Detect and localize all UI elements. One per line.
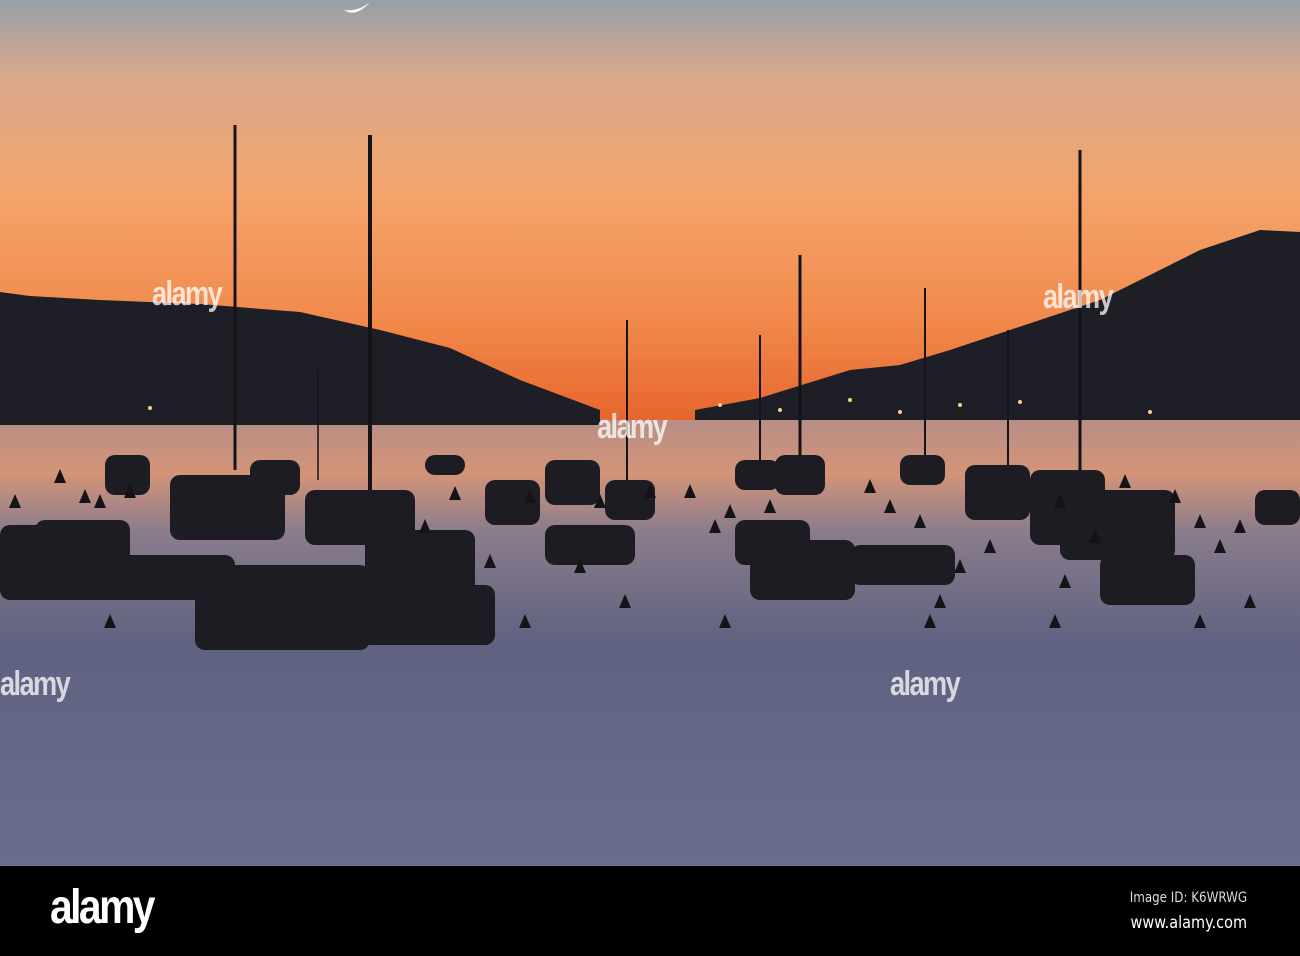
- watermark: alamy: [890, 665, 961, 703]
- watermark: alamy: [0, 665, 71, 703]
- boat: [735, 460, 780, 490]
- boat: [305, 490, 415, 545]
- boat: [105, 455, 150, 495]
- image-id: Image ID: K6WRWG: [1129, 890, 1247, 906]
- boat: [35, 520, 130, 575]
- boat: [775, 455, 825, 495]
- boat: [1255, 490, 1300, 525]
- boat: [605, 480, 655, 520]
- watermark: alamy: [152, 275, 223, 313]
- town-light: [778, 408, 782, 412]
- town-light: [848, 398, 852, 402]
- boat: [1060, 490, 1175, 560]
- boat: [545, 525, 635, 565]
- town-light: [1148, 410, 1152, 414]
- watermark: alamy: [597, 408, 668, 446]
- boat: [900, 455, 945, 485]
- town-light: [898, 410, 902, 414]
- boat: [965, 465, 1030, 520]
- boat: [545, 460, 600, 505]
- boat: [750, 540, 855, 600]
- town-light: [1018, 400, 1022, 404]
- alamy-logo: alamy: [50, 881, 155, 934]
- town-light: [718, 403, 722, 407]
- footer-bar: alamy Image ID: K6WRWG www.alamy.com: [0, 866, 1300, 956]
- boat: [1100, 555, 1195, 605]
- boat: [250, 460, 300, 495]
- stock-photo-page: alamy alamy alamy alamy alamy alamy Image ID…: [0, 0, 1300, 956]
- town-light: [148, 406, 152, 410]
- watermark: alamy: [1043, 278, 1114, 316]
- boat: [850, 545, 955, 585]
- town-light: [958, 403, 962, 407]
- boat: [195, 565, 370, 650]
- boat: [425, 455, 465, 475]
- site-url[interactable]: www.alamy.com: [1131, 913, 1247, 933]
